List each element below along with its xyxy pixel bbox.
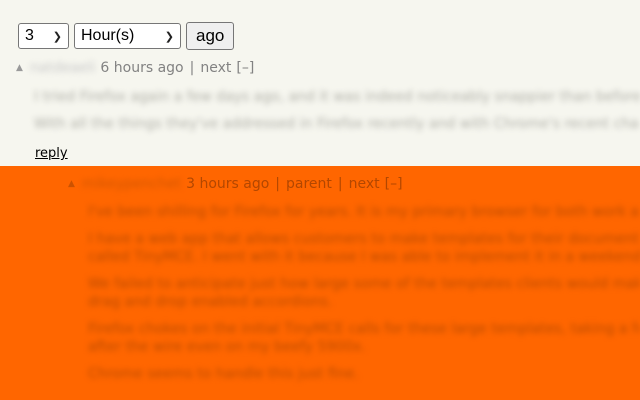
comment-age-link[interactable]: 6 hours ago xyxy=(100,60,183,76)
upvote-icon[interactable]: ▲ xyxy=(68,179,82,189)
ago-button[interactable]: ago xyxy=(186,22,235,50)
upvote-icon[interactable]: ▲ xyxy=(16,63,30,73)
count-select-value: 3 xyxy=(25,27,34,44)
chevron-down-icon: ❯ xyxy=(164,30,174,43)
comment-paragraph: Firefox chokes on the initial TinyMCE ca… xyxy=(88,321,640,337)
comment-paragraph: I have a web app that allows customers t… xyxy=(88,231,640,247)
collapse-toggle[interactable]: [–] xyxy=(236,60,254,76)
comment-age-link[interactable]: 3 hours ago xyxy=(186,176,269,192)
next-link[interactable]: next xyxy=(349,176,380,192)
meta-separator: | xyxy=(337,176,343,192)
comment-paragraph: called TinyMCE. I went with it because I… xyxy=(88,249,640,265)
comment: ▲ natdeaeli 6 hours ago | next [–] I tri… xyxy=(0,58,640,166)
comment-paragraph: Chrome seems to handle this just fine. xyxy=(88,366,359,382)
comment-meta: ▲ mikeypenchet 3 hours ago | parent | ne… xyxy=(68,176,403,192)
next-link[interactable]: next xyxy=(200,60,231,76)
parent-link[interactable]: parent xyxy=(286,176,332,192)
highlighted-comment: ▲ mikeypenchet 3 hours ago | parent | ne… xyxy=(0,166,640,400)
comment-paragraph: We failed to anticipate just how large s… xyxy=(88,276,640,292)
meta-separator: | xyxy=(189,60,195,76)
comment-paragraph: drag and drop enabled accordions. xyxy=(88,294,333,310)
comment-body: I've been shilling for Firefox for years… xyxy=(88,203,640,392)
comment-username[interactable]: mikeypenchet xyxy=(82,176,181,192)
comment-paragraph: I tried Firefox again a few days ago, an… xyxy=(34,89,640,105)
meta-separator: | xyxy=(275,176,281,192)
reply-link[interactable]: reply xyxy=(35,146,68,161)
chevron-down-icon: ❯ xyxy=(52,30,62,43)
comment-meta: ▲ natdeaeli 6 hours ago | next [–] xyxy=(16,60,254,76)
comment-paragraph: I've been shilling for Firefox for years… xyxy=(88,204,640,220)
unit-select[interactable]: Hour(s) ❯ xyxy=(74,23,181,49)
count-select[interactable]: 3 ❯ xyxy=(18,23,69,49)
comment-paragraph: after the wire even on my beefy 5900x. xyxy=(88,339,366,355)
unit-select-value: Hour(s) xyxy=(81,27,135,44)
collapse-toggle[interactable]: [–] xyxy=(385,176,403,192)
comment-paragraph: With all the things they've addressed in… xyxy=(34,116,640,132)
time-filter-toolbar: 3 ❯ Hour(s) ❯ ago xyxy=(18,22,235,50)
comment-username[interactable]: natdeaeli xyxy=(30,60,95,76)
comment-body: I tried Firefox again a few days ago, an… xyxy=(34,88,640,142)
